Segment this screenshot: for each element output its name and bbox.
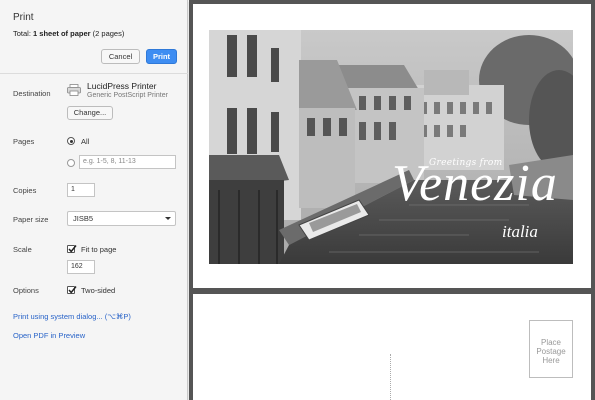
total-summary: Total: 1 sheet of paper (2 pages) xyxy=(13,29,124,38)
total-sheets: 1 sheet of paper xyxy=(33,29,91,38)
postcard-country-text: italia xyxy=(502,222,538,241)
scale-input[interactable]: 162 xyxy=(67,260,95,274)
paper-size-label: Paper size xyxy=(13,215,49,224)
copies-label: Copies xyxy=(13,186,37,195)
preview-page-1: Greetings from Venezia italia xyxy=(193,4,591,288)
postcard-photo: Greetings from Venezia italia xyxy=(209,30,573,264)
cancel-button[interactable]: Cancel xyxy=(101,49,140,64)
checkmark-icon xyxy=(68,245,77,253)
postcard-city-text: Venezia xyxy=(392,155,558,212)
options-label: Options xyxy=(13,286,39,295)
stamp-text-line: Postage xyxy=(536,347,566,356)
address-divider-line xyxy=(390,354,391,400)
stamp-text-line: Place xyxy=(540,338,561,347)
system-dialog-link[interactable]: Print using system dialog... (⌥⌘P) xyxy=(13,312,131,321)
total-label: Total: xyxy=(13,29,31,38)
stamp-text-line: Here xyxy=(542,356,560,365)
fit-to-page-label: Fit to page xyxy=(81,245,117,254)
pages-all-radio[interactable] xyxy=(67,137,75,145)
destination-label: Destination xyxy=(13,89,51,98)
printer-name: LucidPress Printer xyxy=(87,81,157,91)
fit-to-page-checkbox[interactable] xyxy=(67,245,77,253)
print-preview[interactable]: Greetings from Venezia italia Place Post… xyxy=(189,0,595,400)
change-destination-button[interactable]: Change... xyxy=(67,106,113,120)
pages-all-label: All xyxy=(81,137,90,146)
print-settings-panel: Print Total: 1 sheet of paper (2 pages) … xyxy=(0,0,188,400)
scale-label: Scale xyxy=(13,245,32,254)
dialog-title: Print xyxy=(13,12,34,23)
divider xyxy=(0,73,188,74)
paper-size-select[interactable]: JISB5 xyxy=(67,211,176,226)
open-pdf-link[interactable]: Open PDF in Preview xyxy=(13,331,85,340)
dropdown-arrow-icon xyxy=(165,217,171,220)
pages-label: Pages xyxy=(13,137,35,146)
copies-input[interactable]: 1 xyxy=(67,183,95,197)
postage-stamp-box: Place Postage Here xyxy=(529,320,573,378)
pages-range-input[interactable]: e.g. 1-5, 8, 11-13 xyxy=(79,155,176,169)
total-pages: (2 pages) xyxy=(92,29,125,38)
printer-icon xyxy=(67,84,81,96)
paper-size-value: JISB5 xyxy=(73,214,94,223)
printer-description: Generic PostScript Printer xyxy=(87,92,168,99)
checkmark-icon xyxy=(68,286,77,294)
two-sided-label: Two-sided xyxy=(81,286,116,295)
preview-page-2: Place Postage Here xyxy=(193,294,591,400)
pages-range-radio[interactable] xyxy=(67,159,75,167)
print-button[interactable]: Print xyxy=(146,49,177,64)
two-sided-checkbox[interactable] xyxy=(67,286,77,294)
